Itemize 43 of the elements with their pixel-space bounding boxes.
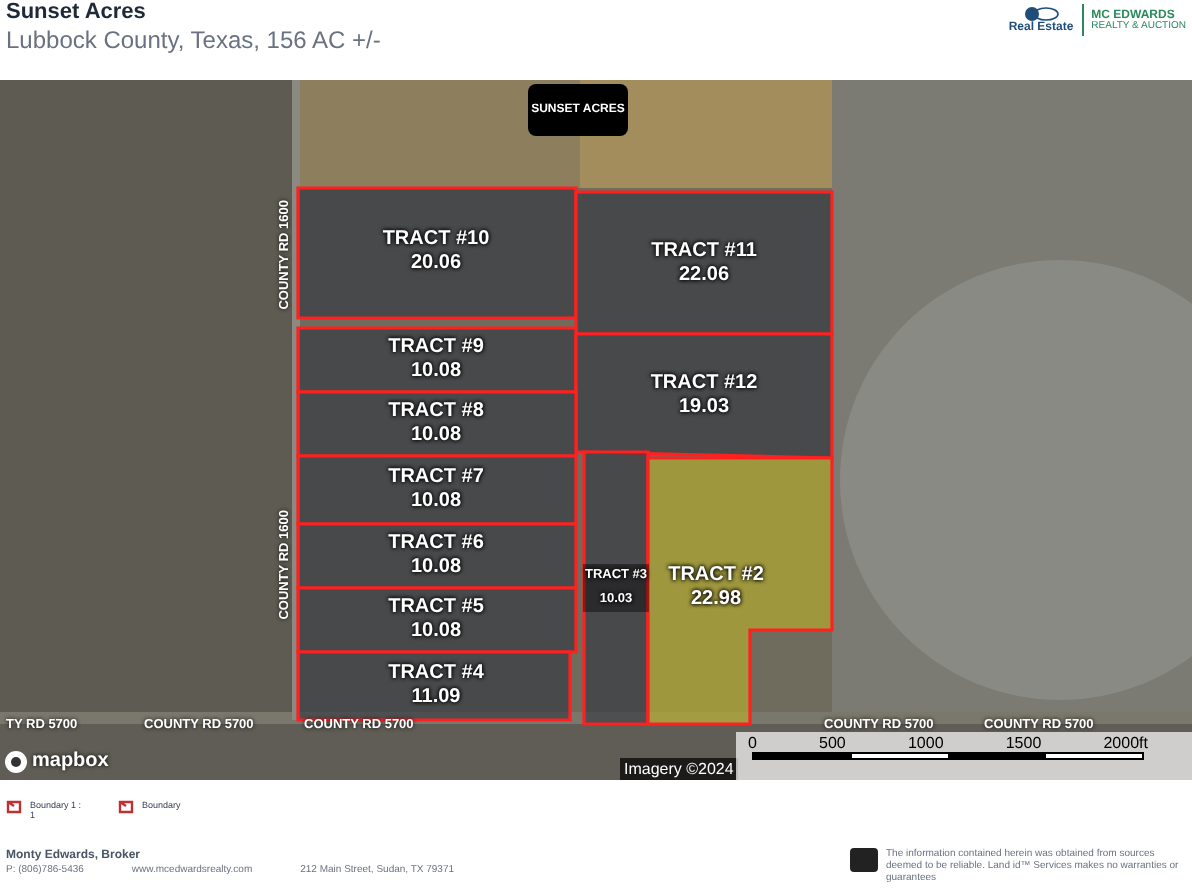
tract-acreage: 10.08 [410,360,461,384]
tract-boundary[interactable] [296,650,572,722]
scale-tick-label: 1500 [1005,734,1042,752]
scale-tick-label: 500 [819,734,846,752]
scale-tick-label: 0 [748,734,757,752]
tract-boundary[interactable] [296,586,578,654]
tract-boundary[interactable] [574,332,834,460]
tract-acreage: 22.06 [678,264,729,288]
tract-acreage: 10.08 [410,424,461,448]
tract-name: TRACT #12 [650,372,758,396]
tract-name: TRACT #2 [668,564,764,588]
scale-tick-label: 1000 [907,734,944,752]
tract-name: TRACT #8 [388,400,484,424]
tract-boundary[interactable] [574,190,834,336]
tract-name: TRACT #9 [388,336,484,360]
tract-name: TRACT #4 [388,662,484,686]
boundary-icon [118,800,134,814]
tract-name: TRACT #10 [382,228,490,252]
globe-logo-icon [1020,6,1061,22]
tract-name: TRACT #7 [388,466,484,490]
mapbox-logo-icon [4,749,28,773]
tract-acreage: 20.06 [410,252,461,276]
tract-boundary[interactable] [296,390,578,458]
scale-tick-label: 2000ft [1103,734,1148,752]
imagery-credit: Imagery ©2024 [620,758,738,780]
page-title: Sunset Acres [6,0,148,24]
tract-boundary[interactable] [296,186,578,320]
page-subtitle: Lubbock County, Texas, 156 AC +/- [6,24,381,56]
land-id-logo-icon [850,848,878,872]
tract-boundary[interactable] [296,326,578,394]
tract-acreage: 11.09 [411,686,461,710]
tract-name: TRACT #11 [651,240,757,264]
tract-acreage: 10.08 [410,556,461,580]
map-attribution[interactable]: mapbox [32,746,109,776]
tract-name: TRACT #5 [388,596,484,620]
boundary-icon [6,800,22,814]
tract-name: TRACT #6 [388,532,484,556]
tract-boundary[interactable] [296,522,578,590]
tract-acreage: 22.98 [690,588,741,612]
tract-acreage: 19.03 [678,396,729,420]
tract-acreage: 10.08 [410,490,461,514]
tract-boundary[interactable] [296,454,578,526]
tract-acreage: 10.08 [410,620,461,644]
